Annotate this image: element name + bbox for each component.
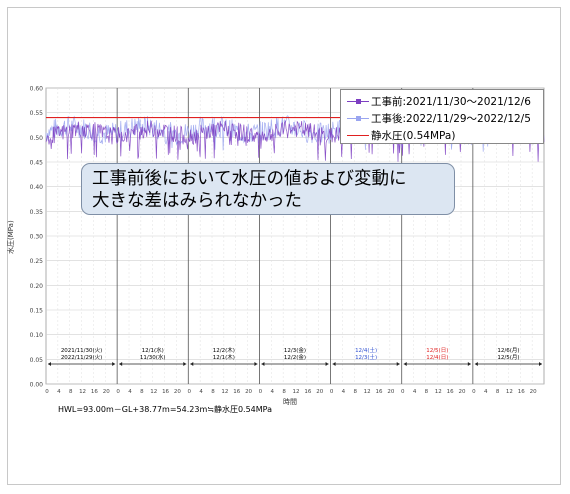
x-tick-label: 4: [271, 389, 275, 395]
y-axis-label: 水圧(MPa): [7, 220, 15, 254]
callout-box: 工事前後において水圧の値および変動に 大きな差はみられなかった: [81, 163, 455, 215]
legend: 工事前:2021/11/30～2021/12/6 工事後:2022/11/29～…: [340, 89, 544, 144]
x-tick-label: 16: [233, 389, 240, 395]
x-tick-label: 16: [447, 389, 454, 395]
x-tick-label: 16: [518, 389, 525, 395]
y-tick-label: 0.35: [30, 209, 44, 216]
x-tick-label: 20: [174, 389, 181, 395]
day-label-before: 12/1(水): [142, 346, 164, 354]
y-tick-label: 0.15: [30, 308, 44, 315]
callout-line-2: 大きな差はみられなかった: [92, 191, 302, 211]
day-label-after: 12/5(月): [497, 354, 519, 361]
y-tick-label: 0.05: [30, 357, 44, 364]
x-tick-label: 4: [57, 389, 61, 395]
x-tick-label: 12: [293, 389, 300, 395]
x-tick-label: 0: [45, 389, 49, 395]
x-tick-label: 16: [376, 389, 383, 395]
day-label-after: 12/2(金): [284, 353, 306, 361]
x-tick-label: 12: [435, 389, 442, 395]
x-tick-label: 20: [530, 389, 537, 395]
day-label-before: 12/6(月): [497, 347, 519, 354]
y-tick-label: 0.40: [30, 184, 44, 191]
x-tick-label: 8: [140, 389, 144, 395]
day-label-after: 12/4(日): [426, 354, 448, 361]
y-tick-label: 0.45: [30, 160, 44, 167]
x-tick-label: 4: [413, 389, 417, 395]
x-tick-label: 4: [199, 389, 203, 395]
x-tick-label: 4: [128, 389, 132, 395]
y-tick-label: 0.30: [30, 234, 44, 241]
y-tick-label: 0.50: [30, 135, 44, 142]
x-tick-label: 8: [425, 389, 429, 395]
legend-label-before: 工事前:2021/11/30～2021/12/6: [371, 95, 531, 108]
day-label-before: 2021/11/30(火): [61, 348, 103, 354]
x-tick-label: 4: [484, 389, 488, 395]
x-tick-label: 0: [330, 389, 334, 395]
y-tick-label: 0.25: [30, 258, 44, 265]
legend-label-static: 静水圧(0.54MPa): [371, 129, 456, 142]
x-axis-label: 時間: [283, 398, 297, 406]
legend-item-before: 工事前:2021/11/30～2021/12/6: [347, 93, 531, 109]
day-label-after: 12/1(木): [213, 353, 235, 361]
x-tick-label: 0: [472, 389, 476, 395]
legend-swatch-before: [347, 95, 369, 107]
x-tick-label: 20: [387, 389, 394, 395]
x-tick-label: 16: [91, 389, 98, 395]
day-label-after: 2022/11/29(火): [61, 355, 103, 361]
x-tick-label: 8: [354, 389, 358, 395]
x-tick-label: 12: [221, 389, 228, 395]
legend-item-static: 静水圧(0.54MPa): [347, 127, 455, 143]
x-tick-label: 0: [188, 389, 192, 395]
y-tick-label: 0.60: [30, 86, 44, 93]
x-tick-label: 16: [304, 389, 311, 395]
x-tick-label: 20: [103, 389, 110, 395]
legend-label-after: 工事後:2022/11/29～2022/12/5: [371, 112, 531, 125]
y-tick-label: 0.55: [30, 110, 44, 117]
x-tick-label: 8: [496, 389, 500, 395]
day-label-before: 12/4(土): [355, 346, 377, 354]
x-tick-label: 0: [116, 389, 120, 395]
x-tick-label: 12: [150, 389, 157, 395]
y-tick-label: 0.00: [30, 382, 44, 389]
y-tick-label: 0.20: [30, 283, 44, 290]
legend-swatch-after: [347, 112, 369, 124]
legend-item-after: 工事後:2022/11/29～2022/12/5: [347, 110, 531, 126]
day-label-after: 11/30(水): [140, 353, 166, 361]
x-tick-label: 8: [282, 389, 286, 395]
x-tick-label: 12: [506, 389, 513, 395]
y-tick-label: 0.10: [30, 332, 44, 339]
x-tick-label: 0: [401, 389, 405, 395]
day-label-before: 12/3(金): [284, 346, 306, 354]
pressure-chart: 0.00 0.05 0.10 0.15 0.20 0.25 0.30 0.35 0.40 0.45…: [30, 86, 545, 395]
x-tick-label: 8: [211, 389, 215, 395]
x-tick-label: 20: [459, 389, 466, 395]
footnote: HWL=93.00m－GL+38.77m=54.23m≒静水圧0.54MPa: [58, 405, 273, 414]
x-tick-label: 0: [259, 389, 263, 395]
x-tick-label: 12: [364, 389, 371, 395]
day-label-before: 12/2(木): [213, 346, 235, 354]
x-tick-label: 16: [162, 389, 169, 395]
x-tick-label: 4: [342, 389, 346, 395]
callout-line-1: 工事前後において水圧の値および変動に: [92, 169, 407, 189]
x-tick-label: 8: [69, 389, 73, 395]
day-label-before: 12/5(日): [426, 347, 448, 354]
x-tick-label: 20: [245, 389, 252, 395]
x-tick-label: 12: [79, 389, 86, 395]
day-label-after: 12/3(土): [355, 353, 377, 361]
legend-swatch-static: [347, 129, 369, 141]
x-tick-label: 20: [316, 389, 323, 395]
